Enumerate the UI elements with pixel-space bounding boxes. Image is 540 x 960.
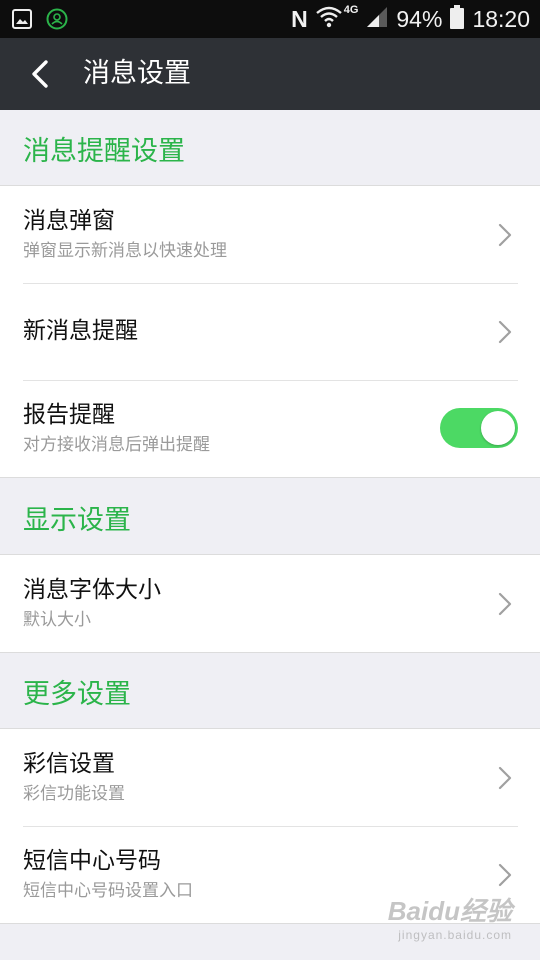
display-settings-group: 消息字体大小 默认大小 xyxy=(0,554,540,653)
watermark-url: jingyan.baidu.com xyxy=(398,928,512,942)
app-header: 消息设置 xyxy=(0,38,540,110)
row-subtitle: 对方接收消息后弹出提醒 xyxy=(23,435,210,455)
row-subtitle: 弹窗显示新消息以快速处理 xyxy=(23,241,227,261)
battery-percent: 94% xyxy=(396,5,443,32)
report-alert-toggle[interactable] xyxy=(440,408,518,448)
chevron-right-icon xyxy=(498,592,512,616)
chevron-right-icon xyxy=(498,223,512,247)
row-title: 消息字体大小 xyxy=(23,577,161,603)
back-button[interactable] xyxy=(22,54,62,94)
section-title: 消息提醒设置 xyxy=(23,136,185,167)
status-bar: N 4G 94% 18:20 xyxy=(0,0,540,38)
back-arrow-icon xyxy=(32,60,48,88)
row-subtitle: 短信中心号码设置入口 xyxy=(23,881,193,901)
watermark-logo: Baidu经验 xyxy=(387,896,512,926)
row-title: 短信中心号码 xyxy=(23,848,161,874)
toggle-knob xyxy=(481,411,515,445)
wifi-icon xyxy=(315,6,342,32)
section-header-display: 显示设置 xyxy=(0,479,540,555)
settings-row-mms[interactable]: 彩信设置 彩信功能设置 xyxy=(0,729,540,826)
network-type-label: 4G xyxy=(343,4,359,16)
watermark: Baidu经验 jingyan.baidu.com xyxy=(388,891,512,942)
section-header-more: 更多设置 xyxy=(0,653,540,729)
signal-icon xyxy=(366,6,388,32)
reminder-settings-group: 消息弹窗 弹窗显示新消息以快速处理 新消息提醒 报告提醒 对方接收消息后弹出提醒 xyxy=(0,185,540,478)
chevron-right-icon xyxy=(498,320,512,344)
row-title: 新消息提醒 xyxy=(23,318,138,344)
page-title: 消息设置 xyxy=(83,58,191,89)
row-subtitle: 彩信功能设置 xyxy=(23,784,125,804)
settings-row-font-size[interactable]: 消息字体大小 默认大小 xyxy=(0,555,540,652)
gallery-icon xyxy=(12,9,32,33)
app-notification-icon xyxy=(46,8,68,34)
row-title: 消息弹窗 xyxy=(23,208,115,234)
section-title: 更多设置 xyxy=(23,679,131,710)
row-title: 报告提醒 xyxy=(23,402,115,428)
chevron-right-icon xyxy=(498,766,512,790)
section-header-reminder: 消息提醒设置 xyxy=(0,110,540,186)
nfc-icon: N xyxy=(291,5,308,32)
status-bar-notifications xyxy=(12,8,68,34)
chevron-right-icon xyxy=(498,863,512,887)
settings-row-message-popup[interactable]: 消息弹窗 弹窗显示新消息以快速处理 xyxy=(0,186,540,283)
row-subtitle: 默认大小 xyxy=(23,610,91,630)
row-title: 彩信设置 xyxy=(23,751,115,777)
settings-row-new-message-alert[interactable]: 新消息提醒 xyxy=(0,283,540,380)
settings-row-report-alert: 报告提醒 对方接收消息后弹出提醒 xyxy=(0,380,540,477)
clock: 18:20 xyxy=(472,5,530,32)
status-bar-system: N 4G 94% 18:20 xyxy=(291,0,530,38)
battery-icon xyxy=(450,5,465,33)
section-title: 显示设置 xyxy=(23,505,131,536)
